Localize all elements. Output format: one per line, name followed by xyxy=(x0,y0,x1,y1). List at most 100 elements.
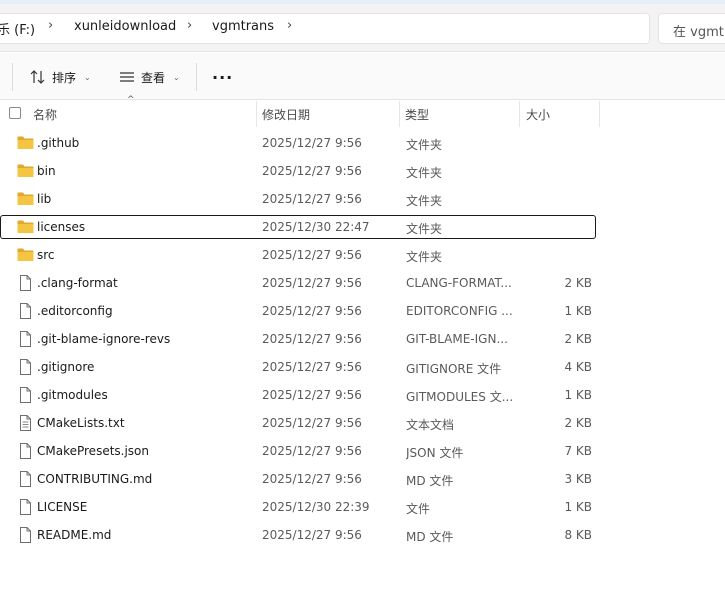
file-row[interactable]: src 2025/12/27 9:56 文件夹 xyxy=(0,243,725,267)
sort-label: 排序 xyxy=(52,70,77,85)
file-row[interactable]: lib 2025/12/27 9:56 文件夹 xyxy=(0,187,725,211)
file-name: .gitignore xyxy=(37,360,95,374)
file-type: GITIGNORE 文件 xyxy=(406,362,502,376)
column-size[interactable]: 大小 xyxy=(526,106,550,123)
file-date: 2025/12/27 9:56 xyxy=(262,248,362,262)
file-row[interactable]: bin 2025/12/27 9:56 文件夹 xyxy=(0,159,725,183)
file-name: .editorconfig xyxy=(37,304,113,318)
file-name: LICENSE xyxy=(37,500,88,514)
file-date: 2025/12/27 9:56 xyxy=(262,388,362,402)
view-label: 查看 xyxy=(141,70,166,85)
folder-icon xyxy=(17,219,34,234)
column-header: ^ 名称 修改日期 类型 大小 xyxy=(0,95,725,127)
search-placeholder: 在 vgmtrans 中搜索 xyxy=(673,25,725,40)
address-bar: 乐 (F:) › xunleidownload › vgmtrans › 在 v… xyxy=(0,4,725,52)
file-name: CONTRIBUTING.md xyxy=(37,472,153,486)
column-date[interactable]: 修改日期 xyxy=(262,106,310,123)
file-date: 2025/12/27 9:56 xyxy=(262,304,362,318)
file-date: 2025/12/27 9:56 xyxy=(262,444,362,458)
file-type: GIT-BLAME-IGN... xyxy=(406,332,508,346)
file-row[interactable]: CMakeLists.txt 2025/12/27 9:56 文本文档 2 KB xyxy=(0,411,725,435)
file-row[interactable]: CONTRIBUTING.md 2025/12/27 9:56 MD 文件 3 KB xyxy=(0,467,725,491)
file-size: 1 KB xyxy=(564,388,592,402)
column-divider[interactable] xyxy=(599,101,600,127)
breadcrumb-xunleidownload[interactable]: xunleidownload xyxy=(74,19,176,34)
view-icon xyxy=(120,72,134,82)
file-date: 2025/12/27 9:56 xyxy=(262,416,362,430)
file-row[interactable]: .clang-format 2025/12/27 9:56 CLANG-FORMAT… xyxy=(0,271,725,295)
file-size: 2 KB xyxy=(564,276,592,290)
file-icon xyxy=(17,387,34,403)
file-icon xyxy=(17,275,34,291)
column-type[interactable]: 类型 xyxy=(405,106,429,123)
file-date: 2025/12/27 9:56 xyxy=(262,360,362,374)
file-size: 2 KB xyxy=(564,416,592,430)
file-size: 8 KB xyxy=(564,528,592,542)
sort-icon xyxy=(30,70,45,84)
file-icon xyxy=(17,443,34,459)
file-type: 文件夹 xyxy=(406,138,443,152)
column-divider[interactable] xyxy=(399,101,400,127)
file-date: 2025/12/27 9:56 xyxy=(262,472,362,486)
file-type: CLANG-FORMAT... xyxy=(406,276,512,290)
breadcrumb-chevron-icon[interactable]: › xyxy=(187,18,192,33)
file-row[interactable]: .github 2025/12/27 9:56 文件夹 xyxy=(0,131,725,155)
column-name[interactable]: 名称 xyxy=(33,106,57,123)
file-row[interactable]: licenses 2025/12/30 22:47 文件夹 xyxy=(0,215,725,239)
sort-ascending-icon: ^ xyxy=(127,95,135,105)
file-row[interactable]: README.md 2025/12/27 9:56 MD 文件 8 KB xyxy=(0,523,725,547)
breadcrumb-chevron-icon[interactable]: › xyxy=(48,18,53,33)
file-size: 3 KB xyxy=(564,472,592,486)
file-row[interactable]: .gitmodules 2025/12/27 9:56 GITMODULES 文..… xyxy=(0,383,725,407)
view-button[interactable]: 查看 ⌄ xyxy=(119,66,180,88)
file-size: 1 KB xyxy=(564,500,592,514)
breadcrumb-chevron-icon[interactable]: › xyxy=(287,18,292,33)
file-row[interactable]: LICENSE 2025/12/30 22:39 文件 1 KB xyxy=(0,495,725,519)
file-name: .github xyxy=(37,136,80,150)
file-size: 7 KB xyxy=(564,444,592,458)
file-type: GITMODULES 文... xyxy=(406,390,514,404)
file-date: 2025/12/27 9:56 xyxy=(262,136,362,150)
sort-button[interactable]: 排序 ⌄ xyxy=(30,66,91,88)
file-type: 文本文档 xyxy=(406,418,455,432)
file-row[interactable]: .editorconfig 2025/12/27 9:56 EDITORCONFIG… xyxy=(0,299,725,323)
breadcrumb-drive[interactable]: 乐 (F:) xyxy=(0,19,35,38)
file-date: 2025/12/27 9:56 xyxy=(262,528,362,542)
breadcrumb-vgmtrans[interactable]: vgmtrans xyxy=(212,19,274,34)
file-icon xyxy=(17,499,34,515)
file-icon xyxy=(17,527,34,543)
file-name: .clang-format xyxy=(37,276,118,290)
select-all-checkbox[interactable] xyxy=(9,107,21,119)
chevron-down-icon: ⌄ xyxy=(84,72,91,82)
command-bar: 排序 ⌄ 查看 ⌄ ··· xyxy=(0,53,725,100)
folder-icon xyxy=(17,247,34,262)
text-file-icon xyxy=(17,415,34,431)
column-divider[interactable] xyxy=(256,101,257,127)
file-type: 文件夹 xyxy=(406,250,443,264)
file-size: 1 KB xyxy=(564,304,592,318)
search-input[interactable]: 在 vgmtrans 中搜索 xyxy=(658,13,725,44)
file-date: 2025/12/27 9:56 xyxy=(262,276,362,290)
folder-icon xyxy=(17,163,34,178)
file-icon xyxy=(17,359,34,375)
file-name: .git-blame-ignore-revs xyxy=(37,332,171,346)
more-options-button[interactable]: ··· xyxy=(212,68,233,87)
file-type: JSON 文件 xyxy=(406,446,464,460)
file-date: 2025/12/27 9:56 xyxy=(262,164,362,178)
file-date: 2025/12/27 9:56 xyxy=(262,332,362,346)
toolbar-divider xyxy=(196,63,197,91)
file-row[interactable]: CMakePresets.json 2025/12/27 9:56 JSON 文件 7… xyxy=(0,439,725,463)
file-name: licenses xyxy=(37,220,86,234)
folder-icon xyxy=(17,135,34,150)
folder-icon xyxy=(17,191,34,206)
file-size: 2 KB xyxy=(564,332,592,346)
file-type: 文件 xyxy=(406,502,431,516)
column-divider[interactable] xyxy=(519,101,520,127)
file-date: 2025/12/30 22:47 xyxy=(262,220,370,234)
toolbar-divider xyxy=(12,63,13,91)
file-type: MD 文件 xyxy=(406,530,454,544)
file-row[interactable]: .gitignore 2025/12/27 9:56 GITIGNORE 文件 4 K… xyxy=(0,355,725,379)
file-name: README.md xyxy=(37,528,112,542)
file-row[interactable]: .git-blame-ignore-revs 2025/12/27 9:56 GIT… xyxy=(0,327,725,351)
file-name: .gitmodules xyxy=(37,388,108,402)
